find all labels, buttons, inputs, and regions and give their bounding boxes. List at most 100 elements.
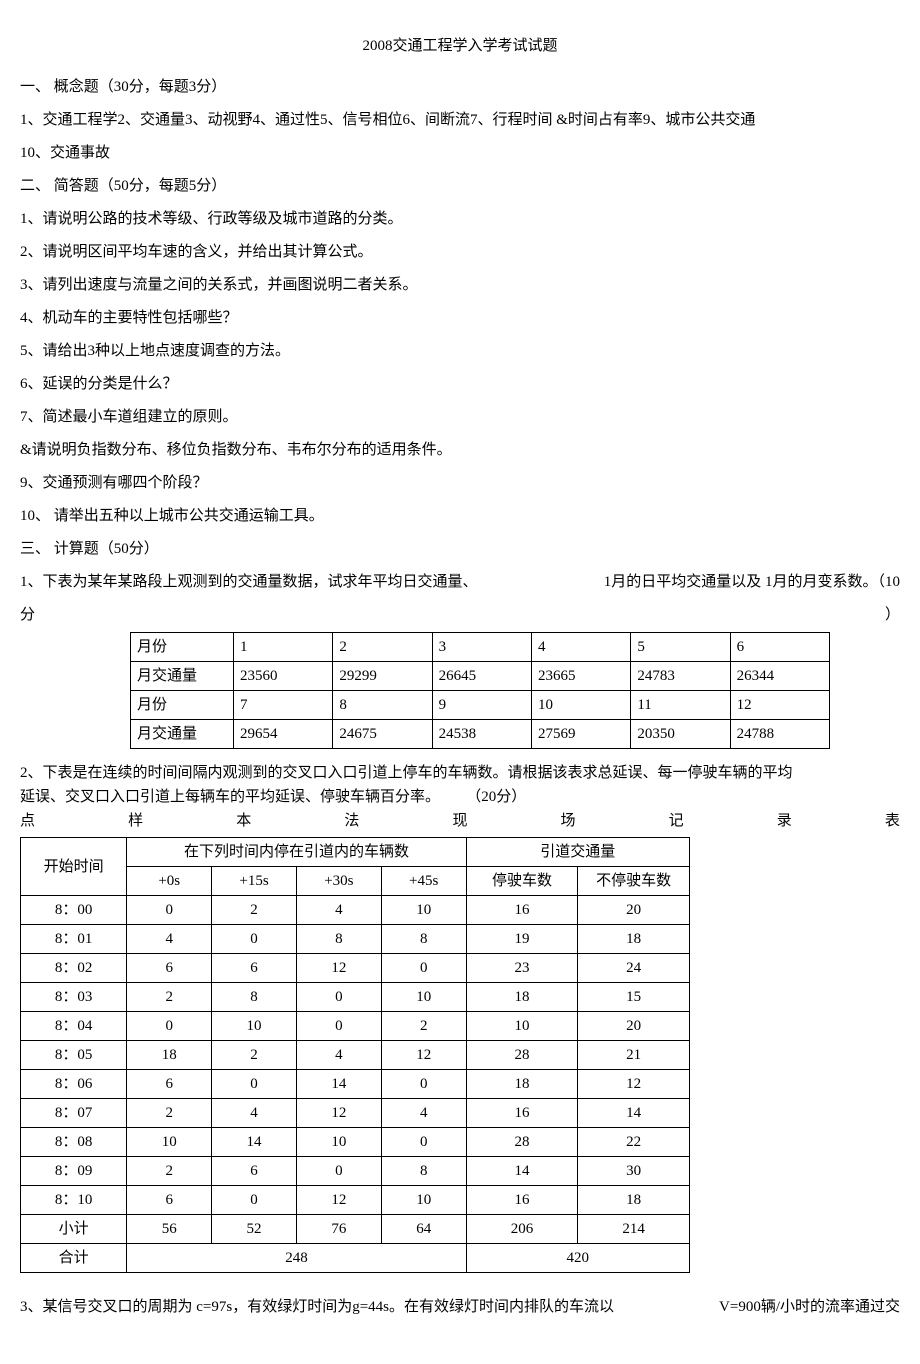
t1-r3h: 月份 xyxy=(131,691,234,720)
t1-cell: 12 xyxy=(730,691,829,720)
s2-q1: 1、请说明公路的技术等级、行政等级及城市道路的分类。 xyxy=(20,203,900,236)
t2-cell: 2 xyxy=(127,1157,212,1186)
t2-cell: 0 xyxy=(127,1012,212,1041)
t1-cell: 6 xyxy=(730,633,829,662)
t1-cell: 3 xyxy=(432,633,531,662)
t2-cell: 4 xyxy=(296,1041,381,1070)
h-c1: +0s xyxy=(127,867,212,896)
sub-b: 52 xyxy=(212,1215,297,1244)
t2-cell: 20 xyxy=(578,896,690,925)
t2-cell: 2 xyxy=(127,1099,212,1128)
t2-cell: 4 xyxy=(381,1099,466,1128)
t2-cell: 6 xyxy=(127,1186,212,1215)
s3-q2b: 延误、交叉口入口引道上每辆车的平均延误、停驶车辆百分率。 （20分） xyxy=(20,785,900,809)
t2-cell: 0 xyxy=(212,1070,297,1099)
t1-cell: 4 xyxy=(531,633,630,662)
t2-cell: 14 xyxy=(466,1157,578,1186)
t1-cell: 26645 xyxy=(432,662,531,691)
t2-cell: 23 xyxy=(466,954,578,983)
table-row: 8：07241241614 xyxy=(21,1099,690,1128)
t2-cell: 10 xyxy=(381,896,466,925)
t2-cell: 14 xyxy=(296,1070,381,1099)
t2-cell: 12 xyxy=(381,1041,466,1070)
sp-a: 点 xyxy=(20,809,35,833)
t2-cell: 8：00 xyxy=(21,896,127,925)
table-row: 8：03280101815 xyxy=(21,983,690,1012)
s1-line1: 1、交通工程学2、交通量3、动视野4、通过性5、信号相位6、间断流7、行程时间 … xyxy=(20,104,900,137)
t2-cell: 0 xyxy=(212,925,297,954)
s3-q1a: 1、下表为某年某路段上观测到的交通量数据，试求年平均日交通量、 xyxy=(20,566,478,599)
t2-cell: 0 xyxy=(212,1186,297,1215)
t2-cell: 0 xyxy=(296,1012,381,1041)
t2-cell: 8：09 xyxy=(21,1157,127,1186)
t2-cell: 15 xyxy=(578,983,690,1012)
section-2-header: 二、 简答题（50分，每题5分） xyxy=(20,170,900,203)
t2-cell: 8 xyxy=(212,983,297,1012)
sub-c: 76 xyxy=(296,1215,381,1244)
s3-q1b: 1月的日平均交通量以及 1月的月变系数。（10 xyxy=(604,566,900,599)
t2-cell: 4 xyxy=(296,896,381,925)
t1-cell: 24538 xyxy=(432,720,531,749)
t2-cell: 12 xyxy=(296,1186,381,1215)
t1-cell: 24783 xyxy=(631,662,730,691)
t2-cell: 18 xyxy=(578,925,690,954)
table-row: 8：00024101620 xyxy=(21,896,690,925)
total-b: 420 xyxy=(466,1244,689,1273)
sp-i: 表 xyxy=(885,809,900,833)
t2-cell: 18 xyxy=(578,1186,690,1215)
t1-cell: 5 xyxy=(631,633,730,662)
t2-cell: 30 xyxy=(578,1157,690,1186)
t2-cell: 8：07 xyxy=(21,1099,127,1128)
t2-cell: 8：05 xyxy=(21,1041,127,1070)
t1-cell: 26344 xyxy=(730,662,829,691)
t1-cell: 10 xyxy=(531,691,630,720)
t2-cell: 19 xyxy=(466,925,578,954)
t1-cell: 24788 xyxy=(730,720,829,749)
s3-q1c-l: 分 xyxy=(20,599,35,632)
s2-q5: 5、请给出3种以上地点速度调查的方法。 xyxy=(20,335,900,368)
t2-cell: 8：10 xyxy=(21,1186,127,1215)
t1-cell: 1 xyxy=(234,633,333,662)
t2-cell: 18 xyxy=(466,1070,578,1099)
t2-cell: 0 xyxy=(127,896,212,925)
t2-cell: 12 xyxy=(296,1099,381,1128)
table-row: 月交通量 29654 24675 24538 27569 20350 24788 xyxy=(131,720,830,749)
t2-cell: 4 xyxy=(127,925,212,954)
t2-cell: 0 xyxy=(381,1128,466,1157)
t1-cell: 8 xyxy=(333,691,432,720)
t1-r1h: 月份 xyxy=(131,633,234,662)
sub-f: 214 xyxy=(578,1215,690,1244)
t2-cell: 21 xyxy=(578,1041,690,1070)
t1-cell: 24675 xyxy=(333,720,432,749)
t2-cell: 14 xyxy=(578,1099,690,1128)
t1-cell: 9 xyxy=(432,691,531,720)
t2-cell: 16 xyxy=(466,1186,578,1215)
t2-cell: 18 xyxy=(127,1041,212,1070)
t2-cell: 0 xyxy=(296,1157,381,1186)
t2-cell: 4 xyxy=(212,1099,297,1128)
t2-cell: 16 xyxy=(466,896,578,925)
t2-cell: 16 xyxy=(466,1099,578,1128)
section-1-header: 一、 概念题（30分，每题3分） xyxy=(20,71,900,104)
t2-cell: 8：04 xyxy=(21,1012,127,1041)
t2-cell: 8：06 xyxy=(21,1070,127,1099)
s3-q2b-r: （20分） xyxy=(466,789,526,805)
h-group2: 引道交通量 xyxy=(466,838,689,867)
t1-cell: 29299 xyxy=(333,662,432,691)
t2-cell: 8 xyxy=(381,1157,466,1186)
total-row: 合计 248 420 xyxy=(21,1244,690,1273)
table-row: 8：04010021020 xyxy=(21,1012,690,1041)
s1-line2: 10、交通事故 xyxy=(20,137,900,170)
s3-q3a: 3、某信号交叉口的周期为 c=97s，有效绿灯时间为g=44s。在有效绿灯时间内… xyxy=(20,1291,614,1324)
sub-e: 206 xyxy=(466,1215,578,1244)
table-row: 月份 1 2 3 4 5 6 xyxy=(131,633,830,662)
h-c5: 停驶车数 xyxy=(466,867,578,896)
t2-cell: 0 xyxy=(381,1070,466,1099)
t2-cell: 8：03 xyxy=(21,983,127,1012)
sp-e: 现 xyxy=(452,809,467,833)
s3-q2a: 2、下表是在连续的时间间隔内观测到的交叉口入口引道上停车的车辆数。请根据该表求总… xyxy=(20,761,900,785)
s2-q2: 2、请说明区间平均车速的含义，并给出其计算公式。 xyxy=(20,236,900,269)
sub-label: 小计 xyxy=(21,1215,127,1244)
table-row: 月份 7 8 9 10 11 12 xyxy=(131,691,830,720)
table-row: 月交通量 23560 29299 26645 23665 24783 26344 xyxy=(131,662,830,691)
